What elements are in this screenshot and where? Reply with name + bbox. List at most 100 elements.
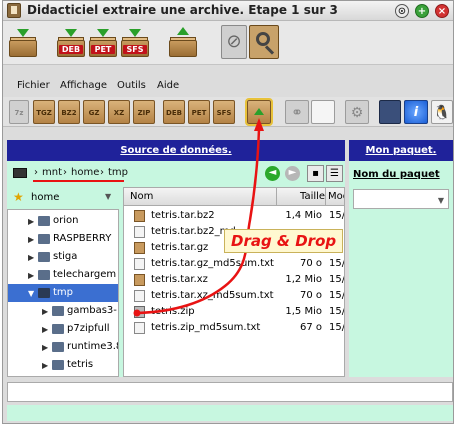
places-dropdown[interactable]: ★ home ▼ [7,187,119,209]
format-xz-button[interactable]: XZ [108,100,130,124]
menu-affichage[interactable]: Affichage [60,80,107,91]
tree-item[interactable]: ▼ tmp [8,284,118,302]
deb-package-icon[interactable]: DEB [57,27,85,57]
menu-aide[interactable]: Aide [157,80,179,91]
folder-icon [38,270,50,280]
file-row[interactable]: tetris.tar.gz_md5sum.txt 70 o 15/ [124,256,344,272]
crumb-separator: › [34,167,38,178]
info-icon[interactable]: i [404,100,428,124]
format-7z-button[interactable]: 7z [9,100,29,124]
book-icon[interactable] [379,100,401,124]
title-bar: Didacticiel extraire une archive. Etape … [3,1,453,21]
file-row[interactable]: tetris.zip 1,5 Mio 15/ [124,304,345,320]
tree-item-label: stiga [53,251,78,262]
pet-package-icon[interactable]: PET [89,27,117,57]
tux-icon[interactable]: 🐧 [431,100,453,124]
format-tgz-button[interactable]: TGZ [33,100,55,124]
column-name[interactable]: Nom [130,191,153,202]
crumb-mnt[interactable]: mnt [42,167,62,178]
archive-file-icon [134,210,145,222]
format-zip-button[interactable]: ZIP [133,100,155,124]
format-toolbar: 7z TGZ BZ2 GZ XZ ZIP DEB PET SFS ⚭ ⚙ i 🐧 [3,97,453,127]
file-modified: 15/ [329,274,345,285]
list-view-button[interactable]: ☰ [326,165,343,182]
menu-fichier[interactable]: Fichier [17,80,50,91]
crumb-separator: › [100,167,104,178]
places-current: home [31,192,60,203]
link-icon[interactable]: ⚭ [285,100,309,124]
panel-layout-icon[interactable] [311,100,335,124]
file-name: tetris.tar.gz [151,242,209,253]
package-name-label: Nom du paquet [353,169,440,180]
tree-item[interactable]: ▶ stiga [8,248,118,266]
format-deb-button[interactable]: DEB [163,100,185,124]
menu-outils[interactable]: Outils [117,80,146,91]
tree-item[interactable]: ▶ tetris [8,356,118,374]
tree-item[interactable]: ▶ p7zipfull [8,320,118,338]
tree-item-label: telechargem [53,269,117,280]
command-field[interactable] [7,382,453,402]
file-name: tetris.zip_md5sum.txt [151,322,261,333]
folder-icon [52,306,64,316]
back-arrow-icon[interactable]: ◄ [265,166,280,181]
file-row[interactable]: tetris.tar.bz2 1,4 Mio 15/ [124,208,345,224]
extract-box-icon[interactable] [9,27,37,57]
tree-item-label: RASPBERRY [53,233,112,244]
path-bar: › mnt › home › tmp ◄ ► ▪ ☰ [7,161,345,187]
package-name-select[interactable]: ▼ [353,189,449,209]
file-modified: 15/ [329,290,345,301]
folder-icon [38,216,50,226]
chevron-down-icon: ▼ [105,192,112,201]
crumb-tmp[interactable]: tmp [108,167,128,178]
format-bz2-button[interactable]: BZ2 [58,100,80,124]
file-list-header: Nom Taille Mod [124,188,344,206]
file-list: Nom Taille Mod tetris.tar.bz2 1,4 Mio 15… [123,187,345,377]
minimize-button[interactable]: ⊙ [395,4,409,18]
tree-item[interactable]: ▶ orion [8,212,118,230]
file-name: tetris.tar.xz [151,274,208,285]
extract-here-button[interactable] [245,98,273,126]
tree-item-label: orion [53,215,79,226]
column-size[interactable]: Taille [300,191,325,202]
format-gz-button[interactable]: GZ [83,100,105,124]
file-name: tetris.zip [151,306,195,317]
sfs-package-icon[interactable]: SFS [121,27,149,57]
file-size: 67 o [299,322,322,333]
file-size: 1,5 Mio [285,306,322,317]
text-file-icon [134,290,145,302]
file-row[interactable]: tetris.tar.xz_md5sum.txt 70 o 15/ [124,288,345,304]
paperclip-icon[interactable]: ⊘ [221,25,247,59]
maximize-button[interactable]: + [415,4,429,18]
file-row[interactable]: tetris.tar.xz 1,2 Mio 15/ [124,272,345,288]
tree-item[interactable]: ▶ gambas3- [8,302,118,320]
crumb-home[interactable]: home [71,167,99,178]
icon-view-button[interactable]: ▪ [307,165,324,182]
tree-item[interactable]: ▶ RASPBERRY [8,230,118,248]
tree-item-label: gambas3- [67,305,117,316]
install-box-icon[interactable] [169,27,197,57]
archive-file-icon [134,274,145,286]
menu-bar: Fichier Affichage Outils Aide [3,75,453,97]
package-panel-title[interactable]: Mon paquet. [349,140,453,161]
file-modified: 15/ [329,210,345,221]
computer-icon[interactable] [13,168,27,178]
folder-icon [38,252,50,262]
file-modified: 15/ [329,306,345,317]
gear-icon[interactable]: ⚙ [345,100,369,124]
app-window: Didacticiel extraire une archive. Etape … [2,0,454,424]
tree-item[interactable]: ▶ runtime3.8 [8,338,118,356]
format-pet-button[interactable]: PET [188,100,210,124]
file-modified: 15/ [329,322,345,333]
file-size: 1,2 Mio [285,274,322,285]
tree-item[interactable]: ▶ telechargem [8,266,118,284]
file-row[interactable]: tetris.zip_md5sum.txt 67 o 15/ [124,320,345,336]
source-panel: › mnt › home › tmp ◄ ► ▪ ☰ ★ home ▼ ▶ or… [7,161,345,377]
close-button[interactable]: × [435,4,449,18]
format-sfs-button[interactable]: SFS [213,100,235,124]
magnifier-icon[interactable] [249,25,279,59]
crumb-separator: › [63,167,67,178]
forward-arrow-icon[interactable]: ► [285,166,300,181]
source-panel-title[interactable]: Source de données. [7,140,345,161]
star-icon: ★ [13,190,24,204]
column-modified[interactable]: Mod [328,191,344,202]
